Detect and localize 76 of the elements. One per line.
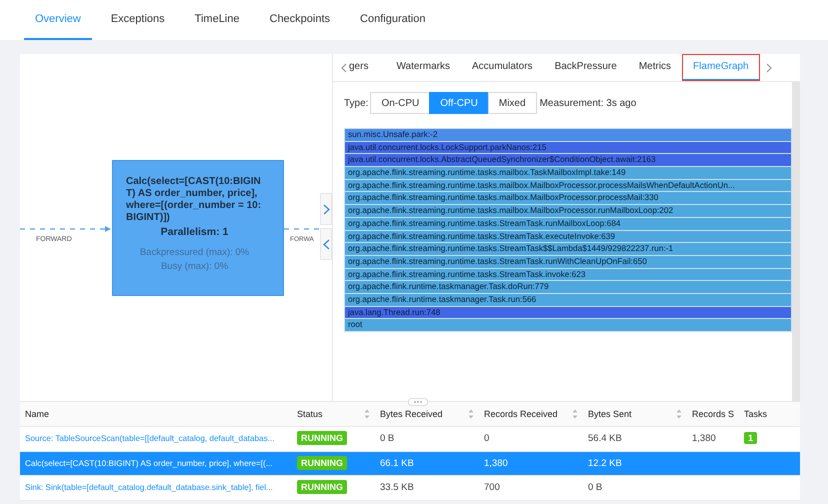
detail-tab[interactable]: FlameGraph (682, 54, 760, 81)
type-option[interactable]: Mixed (488, 92, 537, 114)
table-cell: 33.5 KB (380, 482, 414, 494)
chevron-right-icon (322, 204, 330, 214)
flame-frame[interactable]: java.util.concurrent.locks.LockSupport.parkNanos:215 (345, 142, 791, 154)
nav-tab[interactable]: TimeLine (184, 0, 250, 40)
flame-frame[interactable]: root (345, 319, 791, 331)
chevron-left-icon (322, 238, 330, 250)
column-header: Status (297, 409, 323, 419)
column-header: Records Received (484, 409, 558, 419)
flame-frame[interactable]: org.apache.flink.streaming.runtime.tasks.StreamTask.runWithCleanUpOnFail:650 (345, 256, 791, 268)
status-badge: RUNNING (297, 431, 347, 446)
sort-icon[interactable] (364, 409, 370, 419)
nav-tab[interactable]: Exceptions (100, 0, 176, 40)
nav-tab[interactable]: Overview (24, 0, 92, 40)
nav-tab[interactable]: Configuration (349, 0, 436, 40)
column-header: Name (25, 409, 50, 419)
task-count-badge: 1 (744, 432, 758, 444)
scrollbar[interactable] (792, 82, 800, 401)
sort-icon[interactable] (572, 409, 578, 419)
detail-tab[interactable]: Watermarks (385, 54, 461, 81)
chevron-right-icon[interactable] (766, 62, 772, 72)
flame-frame[interactable]: org.apache.flink.streaming.runtime.tasks.StreamTask.executeInvoke:639 (345, 230, 791, 242)
table-row[interactable]: Calc(select=[CAST(10:BIGINT) AS order_number, price], where=[(... RUNNING 66.1 KB 1,380 12.2 KB (20, 451, 800, 476)
measurement-text: Measurement: 3s ago (540, 98, 636, 108)
status-badge: RUNNING (297, 456, 347, 470)
detail-tab[interactable]: Metrics (628, 54, 682, 81)
flame-frame[interactable]: org.apache.flink.streaming.runtime.tasks.mailbox.MailboxProcessor.processMail:330 (345, 192, 791, 204)
node-backpressure: Backpressured (max): 0% (140, 247, 250, 258)
flame-frame[interactable]: org.apache.flink.streaming.runtime.tasks.mailbox.MailboxProcessor.runMailboxLoop:202 (345, 205, 791, 217)
table-cell: 12.2 KB (588, 458, 622, 469)
node-parallelism: Parallelism: 1 (160, 226, 228, 238)
vertex-name-link[interactable]: Source: TableSourceScan(table=[[default_catalog, default_databas... (25, 434, 275, 444)
column-header: Bytes Received (380, 409, 443, 419)
type-label: Type: (344, 98, 368, 108)
sort-icon[interactable] (468, 409, 474, 419)
flame-frame[interactable]: org.apache.flink.streaming.runtime.tasks.mailbox.TaskMailboxImpl.take:149 (345, 167, 791, 179)
table-cell: 56.4 KB (588, 433, 622, 444)
table-cell: 1,380 (692, 433, 716, 444)
collapse-button[interactable] (320, 228, 332, 260)
table-cell: 1,380 (484, 458, 508, 469)
node-title: Calc(select=[CAST(10:BIGINT) AS order_number, price], where=[(order_number = 10:BIGINT)]) (126, 176, 262, 224)
node-busy: Busy (max): 0% (160, 261, 228, 272)
type-option[interactable]: On-CPU (370, 92, 430, 114)
column-header: Bytes Sent (588, 409, 632, 419)
table-row[interactable]: Source: TableSourceScan(table=[[default_catalog, default_databas... RUNNING 0 B 0 56.4 KB 1,380 1 (20, 426, 800, 451)
expand-button[interactable] (320, 193, 332, 225)
edge-line (284, 227, 322, 231)
flame-frame[interactable]: java.lang.Thread.run:748 (345, 306, 791, 318)
sort-icon[interactable] (676, 409, 682, 419)
type-option[interactable]: Off-CPU (429, 92, 489, 114)
flame-frame[interactable]: org.apache.flink.streaming.runtime.tasks.StreamTask$$Lambda$1449/929822237.run:-1 (345, 243, 791, 255)
operator-node[interactable]: Calc(select=[CAST(10:BIGINT) AS order_number, price], where=[(order_number = 10:BIGINT)]) Parallelism: 1 Backpressured (max): 0% Busy (max): 0% (112, 160, 284, 296)
column-header: Records S (692, 409, 734, 419)
table-cell: 0 B (380, 433, 394, 444)
detail-tab[interactable]: BackPressure (544, 54, 628, 81)
detail-tab[interactable]: Accumulators (460, 54, 544, 81)
detail-tab[interactable]: gers (347, 54, 380, 81)
flame-frame[interactable]: org.apache.flink.streaming.runtime.tasks.mailbox.MailboxProcessor.processMailsWhenDefaultActionUn... (345, 180, 791, 192)
table-cell: 0 B (588, 482, 602, 494)
flame-frame[interactable]: org.apache.flink.runtime.taskmanager.Task.run:566 (345, 294, 791, 306)
column-header: Tasks (744, 409, 768, 419)
table-cell: 66.1 KB (380, 458, 414, 469)
flame-frame[interactable]: java.util.concurrent.locks.AbstractQueuedSynchronizer$ConditionObject.await:2163 (345, 154, 791, 166)
status-badge: RUNNING (297, 480, 347, 494)
table-cell: 700 (484, 482, 500, 494)
vertex-name-link[interactable]: Sink: Sink(table=[default_catalog.default_database.sink_table], fiel... (25, 483, 273, 492)
table-cell: 0 (484, 433, 490, 444)
flame-frame[interactable]: org.apache.flink.runtime.taskmanager.Task.doRun:779 (345, 281, 791, 293)
flame-frame[interactable]: sun.misc.Unsafe.park:-2 (345, 129, 791, 141)
nav-tab[interactable]: Checkpoints (258, 0, 342, 40)
table-row[interactable]: Sink: Sink(table=[default_catalog.default_database.sink_table], fiel... RUNNING 33.5 KB 700 0 B (20, 476, 800, 500)
flame-frame[interactable]: org.apache.flink.streaming.runtime.tasks.StreamTask.invoke:623 (345, 268, 791, 280)
flame-frame[interactable]: org.apache.flink.streaming.runtime.tasks.StreamTask.runMailboxLoop:684 (345, 218, 791, 230)
chevron-left-icon[interactable] (341, 62, 347, 72)
resize-handle[interactable] (408, 398, 428, 406)
